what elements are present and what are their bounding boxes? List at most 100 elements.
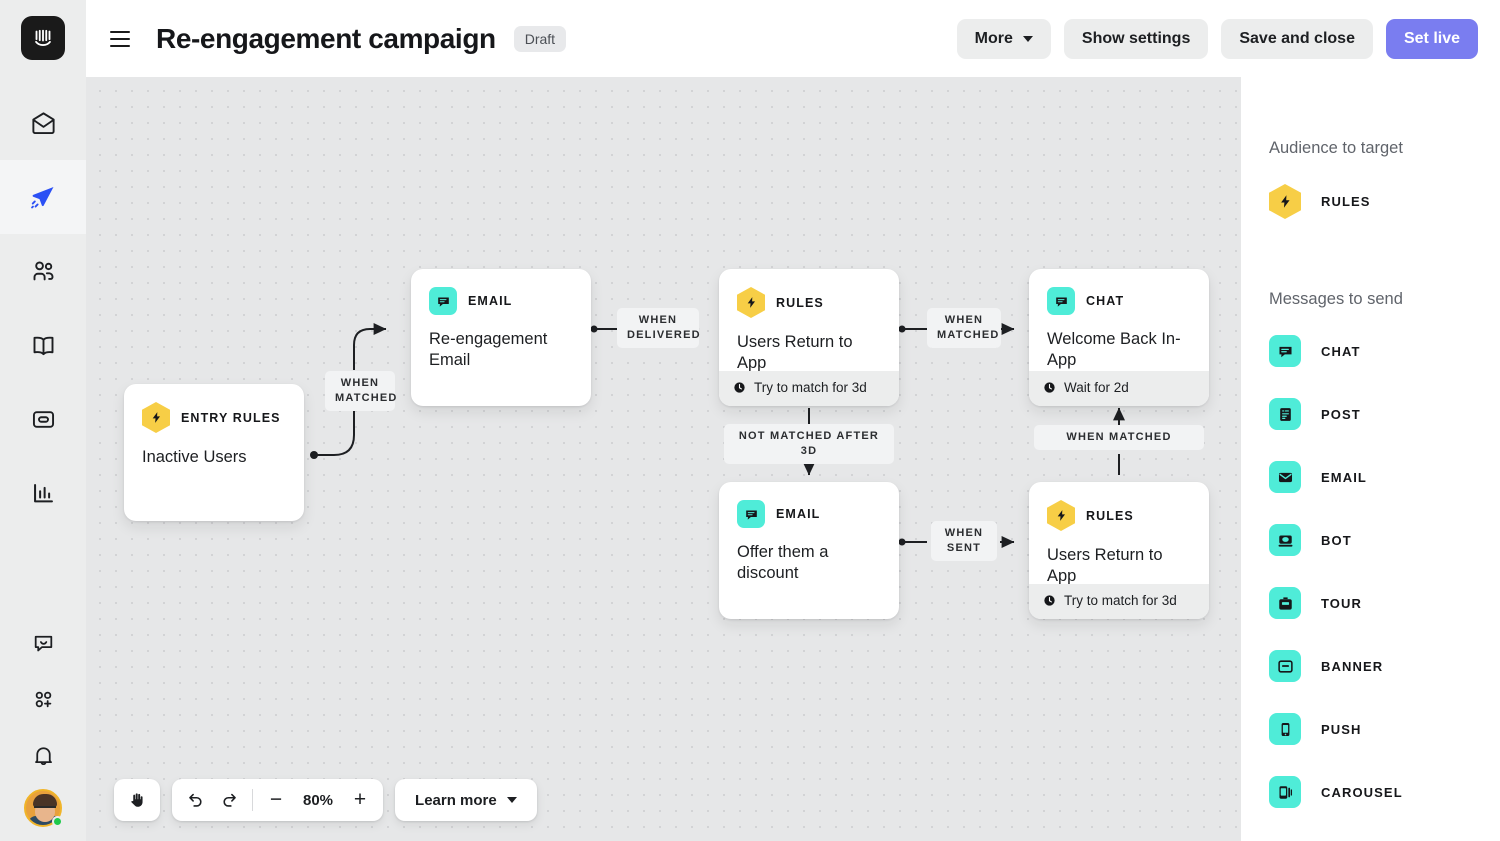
chat-chip-icon (1047, 287, 1075, 315)
sidebar-item-inbox[interactable] (0, 86, 86, 160)
panel-item-label: CHAT (1321, 343, 1361, 359)
learn-more-button[interactable]: Learn more (401, 792, 531, 809)
node-footer-label: Wait for 2d (1064, 380, 1129, 396)
body-area: ENTRY RULES Inactive Users EMAIL Re-enga… (86, 77, 1500, 841)
rail-bottom-items (0, 615, 86, 841)
node-footer: Try to match for 3d (1029, 584, 1209, 619)
node-header: CHAT (1029, 269, 1209, 315)
edge-label-not-matched-after-3d[interactable]: NOT MATCHED AFTER 3D (724, 424, 894, 464)
panel-item-label: TOUR (1321, 595, 1362, 611)
panel-spacer (1269, 250, 1500, 290)
panel-item-label: PUSH (1321, 721, 1362, 737)
panel-item-bot[interactable]: BOT (1269, 524, 1500, 556)
audience-heading: Audience to target (1269, 139, 1403, 157)
envelope-chip-icon (1269, 461, 1301, 493)
email-chip-icon (737, 500, 765, 528)
intercom-logo-icon[interactable] (21, 16, 65, 60)
chevron-down-icon (1022, 35, 1033, 42)
node-title: Users Return to App (737, 333, 853, 373)
panel-item-label: POST (1321, 406, 1361, 422)
edge-label-when-matched-entry[interactable]: WHEN MATCHED (325, 371, 396, 411)
sidebar-item-notifications[interactable] (0, 727, 86, 783)
workflow-node-discount-email[interactable]: EMAIL Offer them a discount (719, 482, 899, 619)
app-header: Re-engagement campaign Draft More Show s… (86, 0, 1500, 77)
hand-tool-icon[interactable] (120, 783, 154, 817)
node-header: RULES (719, 269, 899, 318)
tour-chip-icon (1269, 587, 1301, 619)
panel-item-label: CAROUSEL (1321, 784, 1403, 800)
post-chip-icon (1269, 398, 1301, 430)
edge-label-when-sent[interactable]: WHEN SENT (931, 521, 997, 561)
chat-chip-icon (1269, 335, 1301, 367)
more-button[interactable]: More (956, 18, 1051, 59)
pan-tool-group (114, 779, 160, 821)
edge-label-when-delivered[interactable]: WHEN DELIVERED (617, 308, 700, 348)
zoom-out-button[interactable]: − (259, 783, 293, 817)
sidebar-item-messenger[interactable] (0, 382, 86, 456)
clock-icon (1044, 382, 1055, 393)
node-header: EMAIL (411, 269, 591, 315)
email-chip-icon (429, 287, 457, 315)
sidebar-item-contacts[interactable] (0, 234, 86, 308)
zoom-level: 80% (303, 791, 334, 809)
node-title: Users Return to App (1047, 546, 1163, 586)
status-badge (52, 816, 63, 827)
more-button-label: More (974, 29, 1013, 47)
panel-item-banner[interactable]: BANNER (1269, 650, 1500, 682)
redo-icon[interactable] (212, 783, 246, 817)
bot-chip-icon (1269, 524, 1301, 556)
learn-more-group[interactable]: Learn more (395, 779, 537, 821)
left-navigation-rail (0, 0, 86, 841)
undo-icon[interactable] (178, 783, 212, 817)
panel-item-post[interactable]: POST (1269, 398, 1500, 430)
panel-item-chat[interactable]: CHAT (1269, 335, 1500, 367)
clock-icon (734, 382, 745, 393)
rules-hex-icon (1269, 184, 1301, 219)
panel-item-push[interactable]: PUSH (1269, 713, 1500, 745)
set-live-button[interactable]: Set live (1385, 18, 1478, 59)
panel-item-rules[interactable]: RULES (1269, 184, 1500, 219)
hamburger-menu-icon[interactable] (110, 27, 134, 51)
node-footer: Wait for 2d (1029, 371, 1209, 406)
node-kind-label: ENTRY RULES (181, 410, 281, 425)
messages-heading: Messages to send (1269, 290, 1403, 308)
workflow-node-entry-rules[interactable]: ENTRY RULES Inactive Users (124, 384, 304, 521)
zoom-in-button[interactable]: + (343, 783, 377, 817)
workflow-node-reengagement-email[interactable]: EMAIL Re-engagement Email (411, 269, 591, 406)
edge-label-when-matched-rules2[interactable]: WHEN MATCHED (1034, 425, 1204, 450)
banner-chip-icon (1269, 650, 1301, 682)
workflow-node-rules-return-1[interactable]: RULES Users Return to App Try to match f… (719, 269, 899, 406)
header-actions: More Show settings Save and close Set li… (956, 18, 1478, 59)
show-settings-button[interactable]: Show settings (1063, 18, 1209, 59)
workflow-canvas[interactable]: ENTRY RULES Inactive Users EMAIL Re-enga… (86, 77, 1241, 841)
user-avatar[interactable] (24, 789, 63, 827)
sidebar-item-outbound[interactable] (0, 160, 86, 234)
workflow-node-chat-welcome[interactable]: CHAT Welcome Back In-App Wait for 2d (1029, 269, 1209, 406)
save-and-close-button[interactable]: Save and close (1221, 18, 1373, 59)
node-kind-label: CHAT (1086, 294, 1125, 308)
node-kind-label: EMAIL (468, 294, 513, 308)
node-footer-label: Try to match for 3d (754, 380, 867, 396)
panel-item-email[interactable]: EMAIL (1269, 461, 1500, 493)
toolbar-divider (252, 789, 253, 811)
panel-item-carousel[interactable]: CAROUSEL (1269, 776, 1500, 808)
edge-label-when-matched-rules1[interactable]: WHEN MATCHED (927, 308, 1001, 348)
panel-item-tour[interactable]: TOUR (1269, 587, 1500, 619)
main-region: Re-engagement campaign Draft More Show s… (86, 0, 1500, 841)
chevron-down-icon (506, 797, 517, 803)
workflow-node-rules-return-2[interactable]: RULES Users Return to App Try to match f… (1029, 482, 1209, 619)
node-kind-label: EMAIL (776, 507, 821, 521)
panel-item-label: EMAIL (1321, 469, 1367, 485)
node-title: Welcome Back In-App (1047, 330, 1181, 370)
node-title: Inactive Users (142, 448, 247, 466)
node-header: EMAIL (719, 482, 899, 528)
sidebar-item-reports[interactable] (0, 456, 86, 530)
panel-item-label: BANNER (1321, 658, 1384, 674)
node-kind-label: RULES (776, 295, 824, 310)
sidebar-item-articles[interactable] (0, 308, 86, 382)
sidebar-item-help[interactable] (0, 615, 86, 671)
panel-item-label: RULES (1321, 194, 1371, 209)
sidebar-item-apps[interactable] (0, 671, 86, 727)
rules-hex-icon (142, 402, 170, 433)
page-title: Re-engagement campaign (156, 22, 496, 54)
